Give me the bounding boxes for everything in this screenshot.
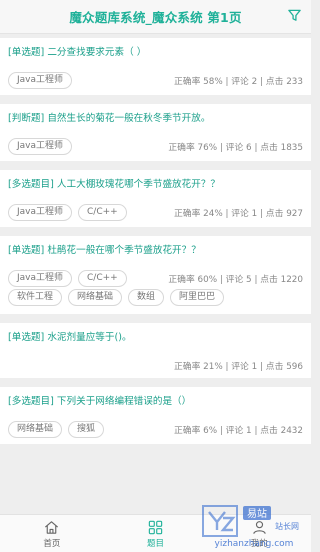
tag[interactable]: C/C++ <box>78 270 127 287</box>
question-card[interactable]: [单选题] 水泥剂量应等于()。 正确率 21% | 评论 1 | 点击 596 <box>0 323 311 378</box>
home-icon <box>45 520 59 534</box>
question-title[interactable]: [单选题] 杜鹃花一般在哪个季节盛放花开？？ <box>8 244 303 258</box>
tag[interactable]: 数组 <box>128 289 165 306</box>
tag[interactable]: Java工程师 <box>8 138 73 155</box>
filter-icon[interactable] <box>287 8 302 23</box>
tag[interactable]: 网络基础 <box>68 289 123 306</box>
tag[interactable]: Java工程师 <box>8 204 73 221</box>
question-stats: 正确率 58% | 评论 2 | 点击 233 <box>173 77 303 87</box>
tab-home[interactable]: 首页 <box>0 515 104 552</box>
page-title: 魔众题库系统_魔众系统 第1页 <box>69 10 242 25</box>
tab-profile[interactable]: 我的 <box>207 515 311 552</box>
question-card[interactable]: [单选题] 二分查找要求元素（ ） Java工程师 正确率 58% | 评论 2… <box>0 38 311 95</box>
question-title[interactable]: [多选题目] 人工大棚玫瑰花哪个季节盛放花开？？ <box>8 178 303 192</box>
question-title[interactable]: [单选题] 水泥剂量应等于()。 <box>8 331 303 345</box>
question-title[interactable]: [多选题目] 下列关于网络编程错误的是（） <box>8 395 303 409</box>
tag[interactable]: C/C++ <box>78 204 127 221</box>
tag[interactable]: 搜狐 <box>68 421 105 438</box>
tab-profile-label: 我的 <box>250 538 268 549</box>
question-stats: 正确率 76% | 评论 6 | 点击 1835 <box>168 143 303 153</box>
question-card[interactable]: [判断题] 自然生长的菊花一般在秋冬季节开放。 Java工程师 正确率 76% … <box>0 104 311 161</box>
tag[interactable]: Java工程师 <box>8 270 73 287</box>
tab-questions[interactable]: 题目 <box>104 515 208 552</box>
grid-icon <box>148 520 163 534</box>
tab-questions-label: 题目 <box>147 538 165 549</box>
tag[interactable]: 阿里巴巴 <box>170 289 225 306</box>
tag[interactable]: Java工程师 <box>8 72 73 89</box>
question-card[interactable]: [单选题] 杜鹃花一般在哪个季节盛放花开？？ Java工程师 C/C++ 正确率… <box>0 236 311 314</box>
question-card[interactable]: [多选题目] 人工大棚玫瑰花哪个季节盛放花开？？ Java工程师 C/C++ 正… <box>0 170 311 227</box>
question-stats: 正确率 60% | 评论 5 | 点击 1220 <box>168 275 303 285</box>
header-bar: 魔众题库系统_魔众系统 第1页 <box>0 0 311 34</box>
question-stats: 正确率 6% | 评论 1 | 点击 2432 <box>173 426 303 436</box>
question-stats: 正确率 24% | 评论 1 | 点击 927 <box>173 209 303 219</box>
question-title[interactable]: [单选题] 二分查找要求元素（ ） <box>8 46 303 60</box>
question-list: [单选题] 二分查找要求元素（ ） Java工程师 正确率 58% | 评论 2… <box>0 38 311 453</box>
user-icon <box>252 520 266 534</box>
tag[interactable]: 软件工程 <box>8 289 63 306</box>
question-card[interactable]: [多选题目] 下列关于网络编程错误的是（） 网络基础 搜狐 正确率 6% | 评… <box>0 387 311 444</box>
bottom-tab-bar: 首页 题目 我的 <box>0 514 311 552</box>
tab-home-label: 首页 <box>43 538 61 549</box>
question-title[interactable]: [判断题] 自然生长的菊花一般在秋冬季节开放。 <box>8 112 303 126</box>
tag[interactable]: 网络基础 <box>8 421 63 438</box>
question-stats: 正确率 21% | 评论 1 | 点击 596 <box>173 362 303 372</box>
